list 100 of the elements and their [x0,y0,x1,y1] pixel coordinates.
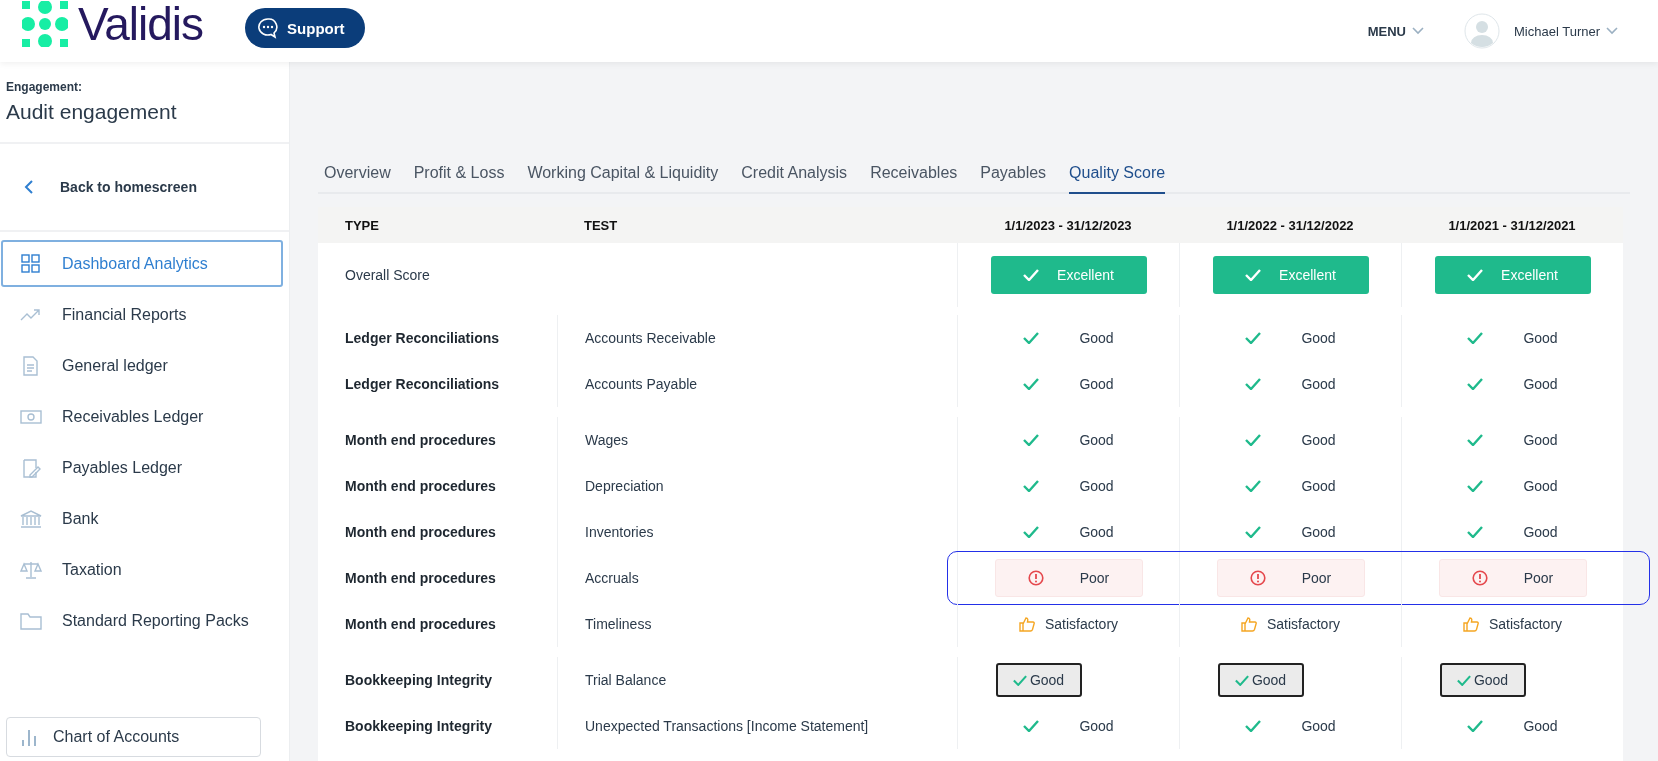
score-badge: Excellent [990,256,1147,294]
result-label: Good [1079,330,1114,346]
result-label: Good [1523,330,1558,346]
engagement-name: Audit engagement [6,100,178,124]
column-header: 1/1/2023 - 31/12/2023 [1003,216,1133,235]
result-label: Good [1079,718,1114,734]
result-label: Satisfactory [1488,616,1563,632]
tab[interactable]: Quality Score [1069,158,1166,194]
sidebar-item[interactable]: Taxation [0,546,289,593]
result-label: Good [1523,524,1558,540]
result-label: Good [1523,432,1558,448]
check-icon [1467,269,1484,281]
result-label: Good [1301,478,1336,494]
type-cell: Month end procedures [345,524,496,540]
logo-icon [22,1,68,47]
chat-bubble-icon [257,17,280,39]
type-cell: Ledger Reconciliations [345,376,500,392]
grid-icon [20,253,42,274]
column-header: TEST [583,216,619,235]
tab[interactable]: Working Capital & Liquidity [527,158,719,194]
check-icon [1467,378,1484,390]
type-cell: Month end procedures [345,616,496,632]
sidebar-item[interactable]: Receivables Ledger [0,393,289,440]
sidebar-item[interactable]: General ledger [0,342,289,389]
tab[interactable]: Receivables [870,158,958,194]
brand-name: Validis [78,0,204,51]
tab[interactable]: Payables [980,158,1047,194]
exclamation-circle-icon [1471,570,1488,586]
check-icon [1467,480,1484,492]
sidebar-item[interactable]: Bank [0,495,289,542]
sidebar-item[interactable]: Dashboard Analytics [1,240,283,287]
engagement-label: Engagement: [6,80,83,94]
check-icon [1023,378,1040,390]
sidebar-item[interactable]: Standard Reporting Packs [0,597,289,644]
test-cell: Depreciation [585,478,664,494]
check-icon [1234,674,1249,686]
check-icon [1012,674,1027,686]
sidebar-item[interactable]: Financial Reports [0,291,289,338]
chevron-left-icon [24,179,34,195]
test-cell: Timeliness [585,616,652,632]
good-result-box: Good [995,663,1082,697]
result-label: Satisfactory [1266,616,1341,632]
tab[interactable]: Credit Analysis [741,158,848,194]
avatar-icon [1464,13,1500,49]
check-icon [1023,434,1040,446]
sidebar-item[interactable]: Payables Ledger [0,444,289,491]
result-label: Good [1301,376,1336,392]
test-cell: Accounts Receivable [585,330,716,346]
result-label: Good [1301,718,1336,734]
poor-result: Poor [994,559,1143,597]
bank-icon [20,508,42,529]
type-cell: Bookkeeping Integrity [345,672,493,688]
type-cell: Month end procedures [345,570,496,586]
good-result-box: Good [1217,663,1304,697]
column-header: 1/1/2022 - 31/12/2022 [1225,216,1355,235]
type-cell: Ledger Reconciliations [345,330,500,346]
score-badge: Excellent [1212,256,1369,294]
result-label: Good [1523,376,1558,392]
check-icon [1467,332,1484,344]
thumbs-up-icon [1462,616,1479,632]
note-icon [20,457,42,478]
bar-chart-icon [21,727,37,747]
check-icon [1245,378,1262,390]
tab[interactable]: Overview [324,158,391,194]
menu-button[interactable]: MENU [1367,23,1424,39]
test-cell: Accounts Payable [585,376,698,392]
user-menu-button[interactable]: Michael Turner [1514,23,1618,39]
poor-result: Poor [1438,559,1587,597]
good-result-box: Good [1439,663,1526,697]
result-label: Good [1523,718,1558,734]
check-icon [1023,720,1040,732]
test-cell: Unexpected Transactions [Income Statement] [585,718,869,734]
row-label: Overall Score [345,267,430,283]
chevron-down-icon [1412,27,1424,35]
check-icon [1023,480,1040,492]
type-cell: Month end procedures [345,478,496,494]
result-label: Satisfactory [1044,616,1119,632]
score-badge: Excellent [1434,256,1591,294]
test-cell: Trial Balance [585,672,667,688]
result-label: Good [1523,478,1558,494]
tab[interactable]: Profit & Loss [413,158,505,194]
check-icon [1023,332,1040,344]
type-cell: Bookkeeping Integrity [345,718,493,734]
result-label: Good [1301,432,1336,448]
result-label: Good [1079,478,1114,494]
poor-result: Poor [1216,559,1365,597]
exclamation-circle-icon [1249,570,1266,586]
check-icon [1467,526,1484,538]
result-label: Good [1301,330,1336,346]
chart-of-accounts-button[interactable]: Chart of Accounts [6,717,261,757]
type-cell: Month end procedures [345,432,496,448]
check-icon [1023,269,1040,281]
result-label: Good [1079,524,1114,540]
check-icon [1023,526,1040,538]
chevron-down-icon [1606,27,1618,35]
check-icon [1467,720,1484,732]
check-icon [1467,434,1484,446]
support-button[interactable]: Support [245,8,365,48]
test-cell: Wages [585,432,629,448]
folder-icon [20,610,42,631]
